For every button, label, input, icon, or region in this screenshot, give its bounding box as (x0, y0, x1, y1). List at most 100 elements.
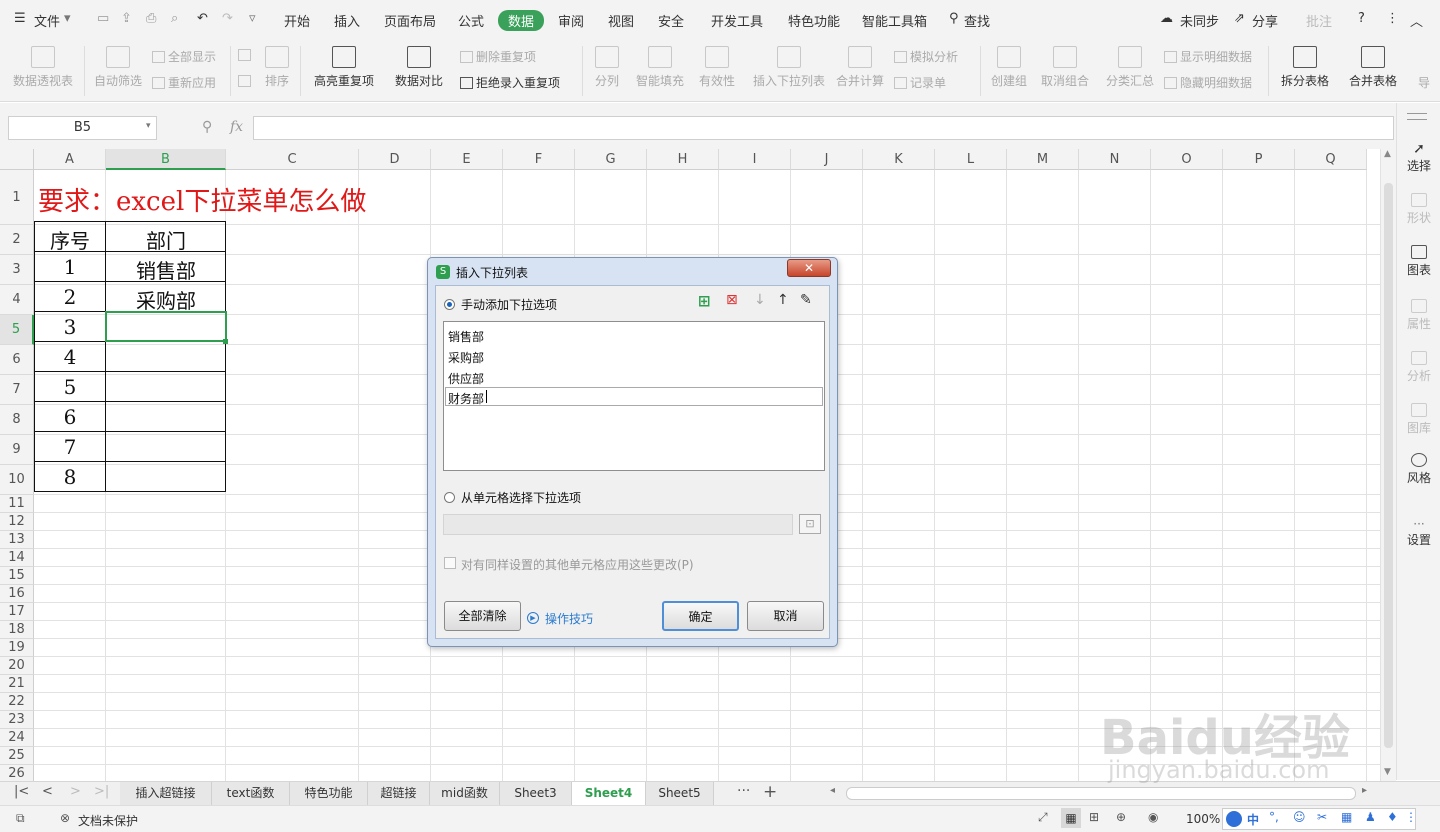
sheet-tab[interactable]: mid函数 (430, 782, 500, 805)
menu-item-review[interactable]: 审阅 (558, 11, 584, 30)
active-cell-selection[interactable] (105, 311, 227, 342)
scroll-thumb[interactable] (1384, 183, 1393, 748)
customize-icon[interactable]: ▿ (249, 11, 256, 26)
show-detail-button[interactable]: 显示明细数据 (1164, 48, 1252, 65)
create-group-button[interactable]: 创建组 (988, 46, 1030, 89)
share-doc-icon[interactable]: ⇪ (121, 11, 132, 26)
column-header-i[interactable]: I (719, 149, 791, 170)
sort-asc-icon[interactable] (238, 48, 254, 62)
column-header-p[interactable]: P (1223, 149, 1295, 170)
tips-link[interactable]: 操作技巧 (545, 610, 593, 627)
ungroup-button[interactable]: 取消组合 (1036, 46, 1094, 89)
remove-duplicates-button[interactable]: 删除重复项 (460, 48, 536, 65)
row-header-18[interactable]: 18 (0, 621, 34, 639)
column-header-d[interactable]: D (359, 149, 431, 170)
settings-icon[interactable]: ⋮ (1405, 810, 1417, 824)
ime-chinese-mode[interactable]: 中 (1247, 811, 1259, 828)
normal-view-icon[interactable]: ▦ (1061, 808, 1081, 828)
menu-item-view[interactable]: 视图 (608, 11, 634, 30)
column-header-l[interactable]: L (935, 149, 1007, 170)
last-sheet-icon[interactable]: >| (94, 784, 109, 799)
data-compare-button[interactable]: 数据对比 (388, 46, 450, 89)
row-header-4[interactable]: 4 (0, 285, 34, 315)
first-sheet-icon[interactable]: |< (14, 784, 29, 799)
select-tool[interactable]: ➚ 选择 (1397, 141, 1440, 174)
zoom-formula-icon[interactable]: ⚲ (202, 119, 212, 135)
from-cells-label[interactable]: 从单元格选择下拉选项 (461, 489, 581, 506)
column-header-m[interactable]: M (1007, 149, 1079, 170)
row-header-22[interactable]: 22 (0, 693, 34, 711)
insert-dropdown-list-button[interactable]: 插入下拉列表 (750, 46, 828, 89)
split-table-button[interactable]: 拆分表格 (1276, 46, 1334, 89)
ribbon-more-button[interactable]: 导 (1414, 74, 1434, 91)
apply-same-checkbox[interactable] (444, 557, 456, 569)
search-icon[interactable]: ⚲ (949, 11, 959, 26)
punctuation-icon[interactable]: °, (1269, 810, 1279, 824)
seq-cell[interactable]: 8 (34, 465, 106, 489)
vertical-scrollbar[interactable]: ▲ ▼ (1380, 149, 1396, 781)
print-icon[interactable]: ⎙ (146, 11, 156, 26)
menu-item-developer[interactable]: 开发工具 (711, 11, 763, 30)
gallery-tool[interactable]: 图库 (1397, 403, 1440, 436)
cloud-icon[interactable]: ☁ (1160, 11, 1173, 26)
column-header-n[interactable]: N (1079, 149, 1151, 170)
style-tool[interactable]: 风格 (1397, 453, 1440, 486)
undo-icon[interactable]: ↶ (197, 11, 208, 26)
move-up-icon[interactable]: ↑ (777, 292, 789, 308)
row-header-11[interactable]: 11 (0, 495, 34, 513)
redo-icon[interactable]: ↷ (222, 11, 233, 26)
seq-cell[interactable]: 7 (34, 435, 106, 459)
share-icon[interactable]: ⇗ (1234, 11, 1245, 26)
row-header-6[interactable]: 6 (0, 345, 34, 375)
menu-item-page-layout[interactable]: 页面布局 (384, 11, 436, 30)
sheet-tab[interactable]: Sheet4 (572, 782, 646, 805)
reapply-button[interactable]: 重新应用 (152, 74, 216, 91)
page-break-icon[interactable]: ⊞ (1089, 810, 1099, 824)
fill-handle[interactable] (223, 339, 228, 344)
fullscreen-icon[interactable]: ⤢ (1038, 810, 1048, 825)
dept-cell[interactable]: 销售部 (106, 255, 226, 284)
add-sheet-icon[interactable]: + (763, 782, 777, 802)
horizontal-scrollbar[interactable] (846, 787, 1356, 800)
row-header-15[interactable]: 15 (0, 567, 34, 585)
skin-icon[interactable]: ♦ (1387, 810, 1398, 824)
chart-tool[interactable]: 图表 (1397, 245, 1440, 278)
menu-item-features[interactable]: 特色功能 (788, 11, 840, 30)
comment-button[interactable]: 批注 (1306, 11, 1332, 30)
cell-range-input[interactable] (443, 514, 793, 535)
seq-cell[interactable]: 5 (34, 375, 106, 399)
page-layout-icon[interactable]: ⊕ (1116, 810, 1126, 824)
show-all-button[interactable]: 全部显示 (152, 48, 216, 65)
scroll-left-icon[interactable]: ◂ (830, 785, 835, 796)
list-item-editing[interactable]: 财务部 (448, 390, 484, 407)
file-menu[interactable]: 文件 (34, 11, 60, 30)
row-header-10[interactable]: 10 (0, 465, 34, 495)
sheet-tab[interactable]: 超链接 (368, 782, 430, 805)
row-header-25[interactable]: 25 (0, 747, 34, 765)
row-header-8[interactable]: 8 (0, 405, 34, 435)
zoom-level[interactable]: 100% (1186, 812, 1220, 826)
scissors-icon[interactable]: ✂ (1317, 810, 1327, 824)
row-header-20[interactable]: 20 (0, 657, 34, 675)
column-header-a[interactable]: A (34, 149, 106, 170)
reject-duplicates-button[interactable]: 拒绝录入重复项 (460, 74, 560, 91)
row-header-26[interactable]: 26 (0, 765, 34, 781)
formula-input[interactable] (253, 116, 1394, 140)
row-header-24[interactable]: 24 (0, 729, 34, 747)
more-icon[interactable]: ⋮ (1386, 11, 1399, 26)
shape-tool[interactable]: 形状 (1397, 193, 1440, 226)
ok-button[interactable]: 确定 (662, 601, 739, 631)
subtotal-button[interactable]: 分类汇总 (1104, 46, 1156, 89)
row-header-16[interactable]: 16 (0, 585, 34, 603)
menu-item-formula[interactable]: 公式 (458, 11, 484, 30)
what-if-analysis-button[interactable]: 模拟分析 (894, 48, 958, 65)
row-header-14[interactable]: 14 (0, 549, 34, 567)
text-to-columns-button[interactable]: 分列 (590, 46, 624, 89)
hide-detail-button[interactable]: 隐藏明细数据 (1164, 74, 1252, 91)
sheet-tab[interactable]: 插入超链接 (120, 782, 212, 805)
cancel-button[interactable]: 取消 (747, 601, 824, 631)
protect-status[interactable]: 文档未保护 (78, 812, 138, 829)
sort-desc-icon[interactable] (238, 74, 254, 88)
options-listbox[interactable]: 销售部 采购部 供应部 财务部 (443, 321, 825, 471)
play-icon[interactable]: ▶ (527, 612, 539, 624)
